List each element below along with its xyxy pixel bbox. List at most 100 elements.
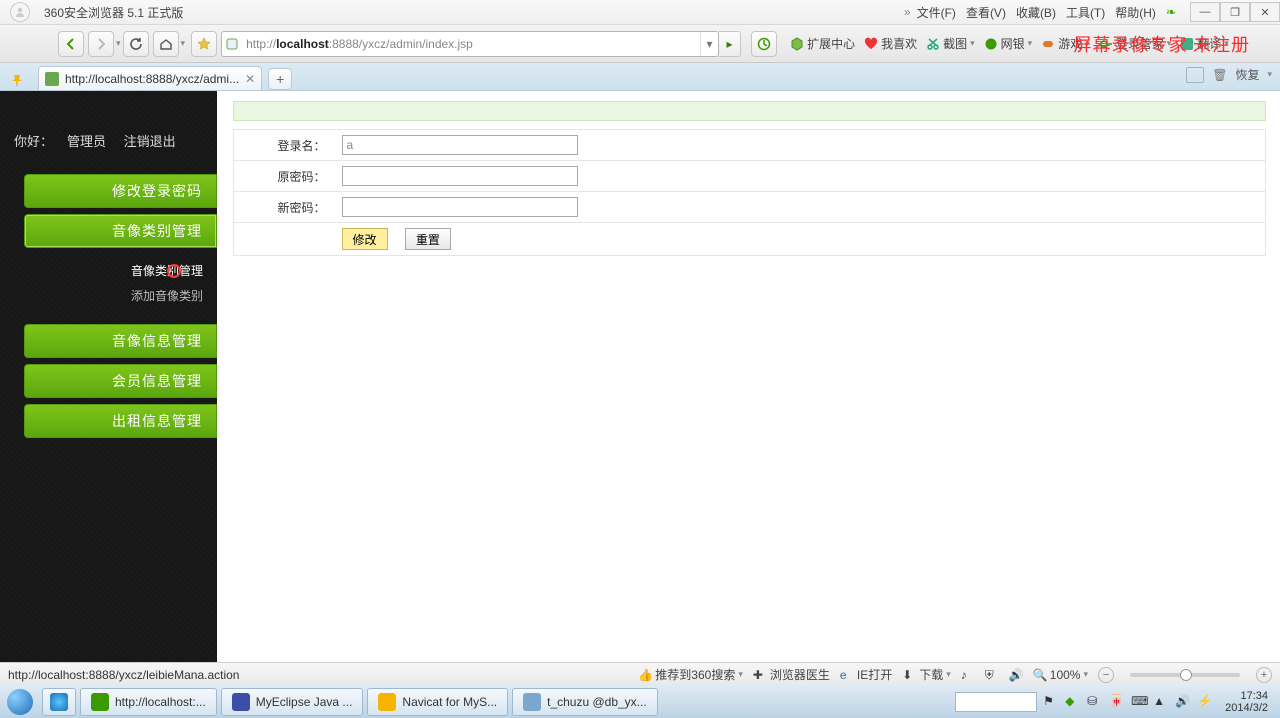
reset-button[interactable]: 重置: [405, 228, 451, 250]
old-password-input[interactable]: [342, 166, 578, 186]
system-tray: ⚑ ◆ ⛁ 🀄 ⌨ ▲ 🔊 ⚡ 17:34 2014/3/2: [955, 690, 1280, 714]
tab-title: http://localhost:8888/yxcz/admi...: [65, 72, 239, 86]
trash-icon[interactable]: 🗑: [1212, 68, 1227, 82]
mute-mgr[interactable]: ♪: [961, 668, 975, 682]
ie-open[interactable]: eIE打开: [840, 666, 892, 683]
login-label: 登录名：: [234, 130, 334, 161]
tab-close-button[interactable]: ✕: [245, 72, 255, 86]
favorite-button[interactable]: [191, 31, 217, 57]
tray-batt-icon[interactable]: ⚡: [1197, 694, 1213, 710]
globe-icon: [983, 36, 999, 52]
content-area: 登录名： 原密码： 新密码： 修改 重置: [217, 91, 1280, 662]
taskbar-ie[interactable]: [42, 688, 76, 716]
compat-button[interactable]: [751, 31, 777, 57]
tray-cn-icon[interactable]: 🀄: [1109, 694, 1125, 710]
tab-1[interactable]: http://localhost:8888/yxcz/admi... ✕: [38, 66, 262, 90]
note-icon: ♪: [961, 668, 975, 682]
reload-button[interactable]: [123, 31, 149, 57]
menu-rent-mgmt[interactable]: 出租信息管理: [24, 404, 217, 438]
download-button[interactable]: ⬇下载▾: [902, 666, 951, 683]
maximize-button[interactable]: ❐: [1220, 2, 1250, 22]
new-password-input[interactable]: [342, 197, 578, 217]
overflow-icon[interactable]: »: [904, 5, 911, 19]
menu-category-mgmt[interactable]: 音像类别管理: [24, 214, 217, 248]
restore-dropdown[interactable]: ▾: [1267, 69, 1272, 80]
logout-link[interactable]: 注销退出: [124, 134, 176, 149]
skin-icon[interactable]: ❧: [1166, 5, 1176, 19]
submit-button[interactable]: 修改: [342, 228, 388, 250]
submenu-category-list[interactable]: 音像类别管理: [0, 258, 217, 283]
netbank-button[interactable]: 网银: [981, 35, 1035, 52]
zoom-slider[interactable]: [1130, 673, 1240, 677]
submenu-category-add[interactable]: 添加音像类别: [0, 283, 217, 308]
browser-icon: [91, 693, 109, 711]
translate-button[interactable]: 翻译: [1177, 35, 1231, 52]
zoom-in[interactable]: +: [1256, 667, 1272, 683]
go-button[interactable]: ▸: [719, 31, 741, 57]
cube-icon: [789, 36, 805, 52]
menu-bar: 文件(F) 查看(V) 收藏(B) 工具(T) 帮助(H) ❧: [917, 4, 1182, 21]
block-count[interactable]: ⛨: [985, 668, 999, 682]
zoom-label[interactable]: 🔍100%▾: [1033, 668, 1088, 682]
site-identity-icon[interactable]: [222, 38, 242, 50]
key-icon: [1098, 36, 1114, 52]
login-input[interactable]: [342, 135, 578, 155]
url-dropdown[interactable]: ▾: [700, 32, 718, 56]
speaker-icon: 🔊: [1009, 668, 1023, 682]
greeting: 你好：管理员 注销退出: [0, 131, 217, 168]
shield-icon: ⛨: [985, 668, 999, 682]
back-button[interactable]: [58, 31, 84, 57]
tray-up-icon[interactable]: ▲: [1153, 694, 1169, 710]
tab-overview-button[interactable]: [1186, 67, 1204, 83]
tray-clock[interactable]: 17:34 2014/3/2: [1219, 690, 1274, 714]
home-button[interactable]: [153, 31, 179, 57]
user-avatar[interactable]: [0, 0, 40, 25]
menu-tools[interactable]: 工具(T): [1066, 4, 1105, 21]
menu-help[interactable]: 帮助(H): [1115, 4, 1156, 21]
login-manager-button[interactable]: 登录管家: [1096, 35, 1174, 52]
minimize-button[interactable]: —: [1190, 2, 1220, 22]
hover-url: http://localhost:8888/yxcz/leibieMana.ac…: [8, 668, 628, 682]
close-window-button[interactable]: ✕: [1250, 2, 1280, 22]
forward-button[interactable]: [88, 31, 114, 57]
taskbar-search[interactable]: [955, 692, 1037, 712]
zoom-thumb[interactable]: [1180, 669, 1192, 681]
sound-toggle[interactable]: 🔊: [1009, 668, 1023, 682]
new-tab-button[interactable]: +: [268, 68, 292, 90]
screenshot-button[interactable]: 截图: [923, 35, 977, 52]
old-password-label: 原密码：: [234, 161, 334, 192]
game-button[interactable]: 游戏: [1038, 35, 1092, 52]
menu-member-mgmt[interactable]: 会员信息管理: [24, 364, 217, 398]
password-form: 登录名： 原密码： 新密码： 修改 重置: [233, 129, 1266, 256]
taskbar-myeclipse[interactable]: MyEclipse Java ...: [221, 688, 364, 716]
medkit-icon: ✚: [753, 668, 767, 682]
ie-icon: e: [840, 668, 854, 682]
ext-center-button[interactable]: 扩展中心: [787, 35, 857, 52]
tray-flag-icon[interactable]: ⚑: [1043, 694, 1059, 710]
tray-net-icon[interactable]: ⛁: [1087, 694, 1103, 710]
recommend-search[interactable]: 👍推荐到360搜索▾: [638, 666, 743, 683]
start-button[interactable]: [0, 686, 40, 718]
page-body: 你好：管理员 注销退出 修改登录密码 音像类别管理 音像类别管理 添加音像类别 …: [0, 91, 1280, 662]
navicat-icon: [378, 693, 396, 711]
avatar-icon: [10, 2, 30, 22]
menu-change-password[interactable]: 修改登录密码: [24, 174, 217, 208]
tray-safe-icon[interactable]: ◆: [1065, 694, 1081, 710]
translate-icon: [1179, 36, 1195, 52]
menu-media-mgmt[interactable]: 音像信息管理: [24, 324, 217, 358]
address-bar[interactable]: http://localhost:8888/yxcz/admin/index.j…: [221, 31, 719, 57]
taskbar-navicat[interactable]: Navicat for MyS...: [367, 688, 508, 716]
menu-bookmark[interactable]: 收藏(B): [1016, 4, 1056, 21]
taskbar-browser[interactable]: http://localhost:...: [80, 688, 217, 716]
restore-button[interactable]: 恢复: [1235, 66, 1259, 83]
taskbar-table[interactable]: t_chuzu @db_yx...: [512, 688, 658, 716]
tray-kb-icon[interactable]: ⌨: [1131, 694, 1147, 710]
favorite-site-button[interactable]: 我喜欢: [861, 35, 919, 52]
browser-doctor[interactable]: ✚浏览器医生: [753, 666, 830, 683]
menu-file[interactable]: 文件(F): [917, 4, 956, 21]
windows-orb-icon: [7, 689, 33, 715]
zoom-out[interactable]: −: [1098, 667, 1114, 683]
menu-view[interactable]: 查看(V): [966, 4, 1006, 21]
tray-vol-icon[interactable]: 🔊: [1175, 694, 1191, 710]
pin-icon[interactable]: [8, 70, 28, 90]
